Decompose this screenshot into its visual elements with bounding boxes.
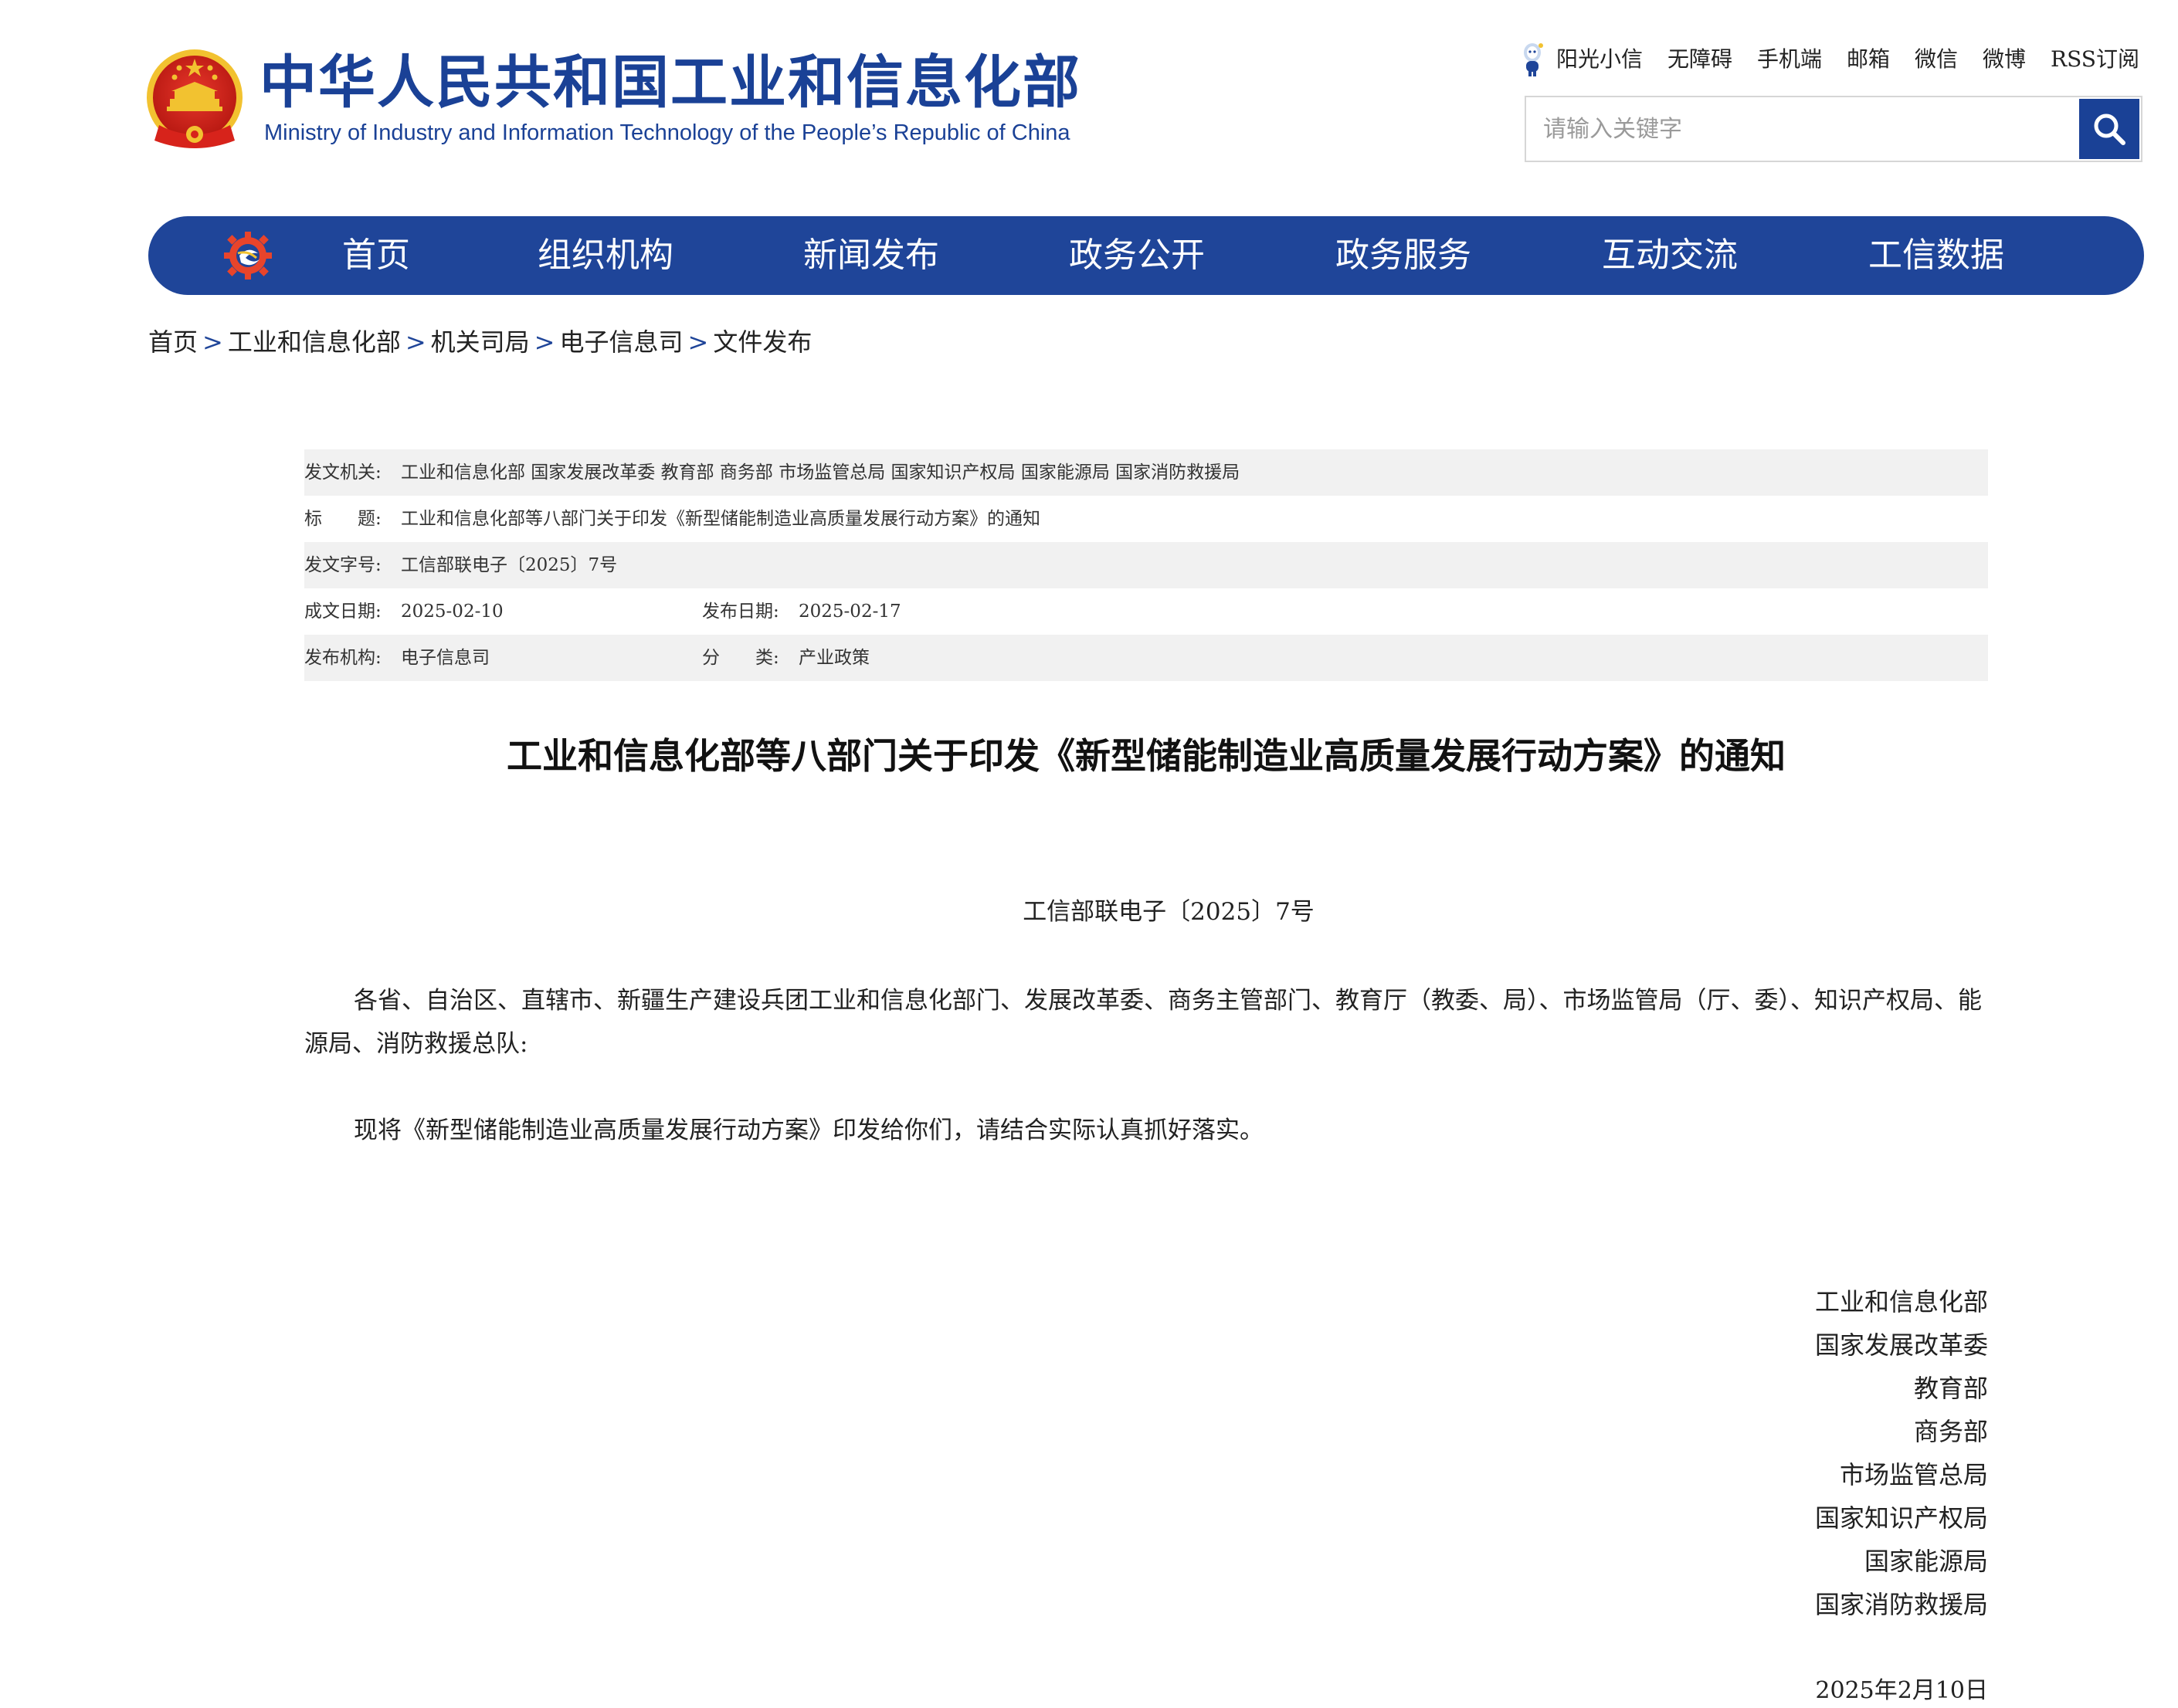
top-link-mail[interactable]: 邮箱	[1847, 44, 1890, 75]
meta-docno: 工信部联电子〔2025〕7号	[401, 555, 618, 575]
search-icon	[2094, 114, 2125, 145]
article-title: 工业和信息化部等八部门关于印发《新型储能制造业高质量发展行动方案》的通知	[507, 735, 1786, 777]
top-links: 阳光小信 无障碍 手机端 邮箱 微信 微博 RSS订阅	[1518, 42, 2139, 77]
search-button[interactable]	[2079, 99, 2139, 159]
nav-item-organization[interactable]: 组织机构	[538, 216, 673, 295]
top-link-rss[interactable]: RSS订阅	[2051, 44, 2139, 75]
search-input[interactable]	[1526, 97, 2075, 161]
top-link-mobile[interactable]: 手机端	[1757, 44, 1822, 75]
meta-label: 标 题:	[304, 509, 382, 529]
article-paragraph-body: 现将《新型储能制造业高质量发展行动方案》印发给你们，请结合实际认真抓好落实。	[354, 1117, 1264, 1144]
meta-row-title: 标 题: 工业和信息化部等八部门关于印发《新型储能制造业高质量发展行动方案》的通…	[304, 496, 1988, 542]
top-link-sunshine[interactable]: 阳光小信	[1556, 44, 1643, 75]
breadcrumb-ministry[interactable]: 工业和信息化部	[228, 327, 401, 357]
top-link-weibo[interactable]: 微博	[1983, 44, 2026, 75]
nav-item-government-affairs[interactable]: 政务公开	[1069, 216, 1205, 295]
signer: 教育部	[1913, 1374, 1988, 1403]
nav-item-government-services[interactable]: 政务服务	[1335, 216, 1471, 295]
meta-published-date: 2025-02-17	[799, 602, 901, 622]
meta-created-date: 2025-02-10	[401, 602, 504, 622]
nav-item-news[interactable]: 新闻发布	[803, 216, 939, 295]
meta-category: 产业政策	[799, 648, 870, 668]
meta-label: 发文机关:	[304, 463, 382, 483]
site-header: 中华人民共和国工业和信息化部 Ministry of Industry and …	[0, 0, 2178, 208]
nav-item-data[interactable]: 工信数据	[1868, 216, 2004, 295]
article-paragraph-recipients: 各省、自治区、直辖市、新疆生产建设兵团工业和信息化部门、发展改革委、商务主管部门…	[304, 987, 1982, 1058]
article-signers: 工业和信息化部 国家发展改革委 教育部 商务部 市场监管总局 国家知识产权局 国…	[1545, 1280, 1988, 1626]
national-emblem-icon[interactable]	[144, 48, 246, 153]
meta-org: 电子信息司	[401, 648, 490, 668]
mascot-icon[interactable]	[1518, 42, 1547, 77]
breadcrumb-home[interactable]: 首页	[148, 327, 198, 357]
top-link-accessibility[interactable]: 无障碍	[1667, 44, 1732, 75]
document-meta-table: 发文机关: 工业和信息化部 国家发展改革委 教育部 商务部 市场监管总局 国家知…	[304, 449, 1988, 681]
breadcrumb-electronics-dept[interactable]: 电子信息司	[559, 327, 683, 357]
meta-row-dates: 成文日期: 2025-02-10 发布日期: 2025-02-17	[304, 588, 1988, 635]
site-title-en[interactable]: Ministry of Industry and Information Tec…	[264, 119, 1070, 147]
article-sign-date: 2025年2月10日	[1815, 1677, 1988, 1704]
meta-label: 发布日期:	[702, 602, 779, 622]
meta-label: 发文字号:	[304, 555, 382, 575]
meta-label: 分 类:	[702, 648, 779, 668]
meta-label: 成文日期:	[304, 602, 382, 622]
nav-item-interaction[interactable]: 互动交流	[1602, 216, 1738, 295]
search-box	[1525, 96, 2142, 162]
breadcrumb-file-release[interactable]: 文件发布	[713, 327, 812, 357]
nav-item-home[interactable]: 首页	[342, 216, 410, 295]
signer: 市场监管总局	[1839, 1460, 1988, 1489]
signer: 商务部	[1913, 1417, 1988, 1446]
article-doc-number: 工信部联电子〔2025〕7号	[1023, 898, 1315, 926]
ministry-gear-logo-icon[interactable]	[222, 230, 273, 281]
meta-row-docno: 发文字号: 工信部联电子〔2025〕7号	[304, 542, 1988, 588]
main-nav: 首页 组织机构 新闻发布 政务公开 政务服务 互动交流 工信数据	[148, 216, 2144, 295]
meta-title: 工业和信息化部等八部门关于印发《新型储能制造业高质量发展行动方案》的通知	[401, 509, 1040, 529]
meta-row-org: 发布机构: 电子信息司 分 类: 产业政策	[304, 635, 1988, 681]
breadcrumb-departments[interactable]: 机关司局	[431, 327, 530, 357]
signer: 国家发展改革委	[1814, 1330, 1988, 1360]
signer: 工业和信息化部	[1814, 1287, 1988, 1317]
signer: 国家能源局	[1864, 1547, 1988, 1576]
signer: 国家知识产权局	[1814, 1503, 1988, 1533]
meta-label: 发布机构:	[304, 648, 382, 668]
site-title-cn[interactable]: 中华人民共和国工业和信息化部	[260, 48, 1081, 117]
breadcrumb: 首页 > 工业和信息化部 > 机关司局 > 电子信息司 > 文件发布	[148, 327, 813, 357]
signer: 国家消防救援局	[1814, 1590, 1988, 1619]
top-link-wechat[interactable]: 微信	[1915, 44, 1958, 75]
meta-row-issuer: 发文机关: 工业和信息化部 国家发展改革委 教育部 商务部 市场监管总局 国家知…	[304, 449, 1988, 496]
meta-issuer: 工业和信息化部 国家发展改革委 教育部 商务部 市场监管总局 国家知识产权局 国…	[401, 463, 1240, 483]
